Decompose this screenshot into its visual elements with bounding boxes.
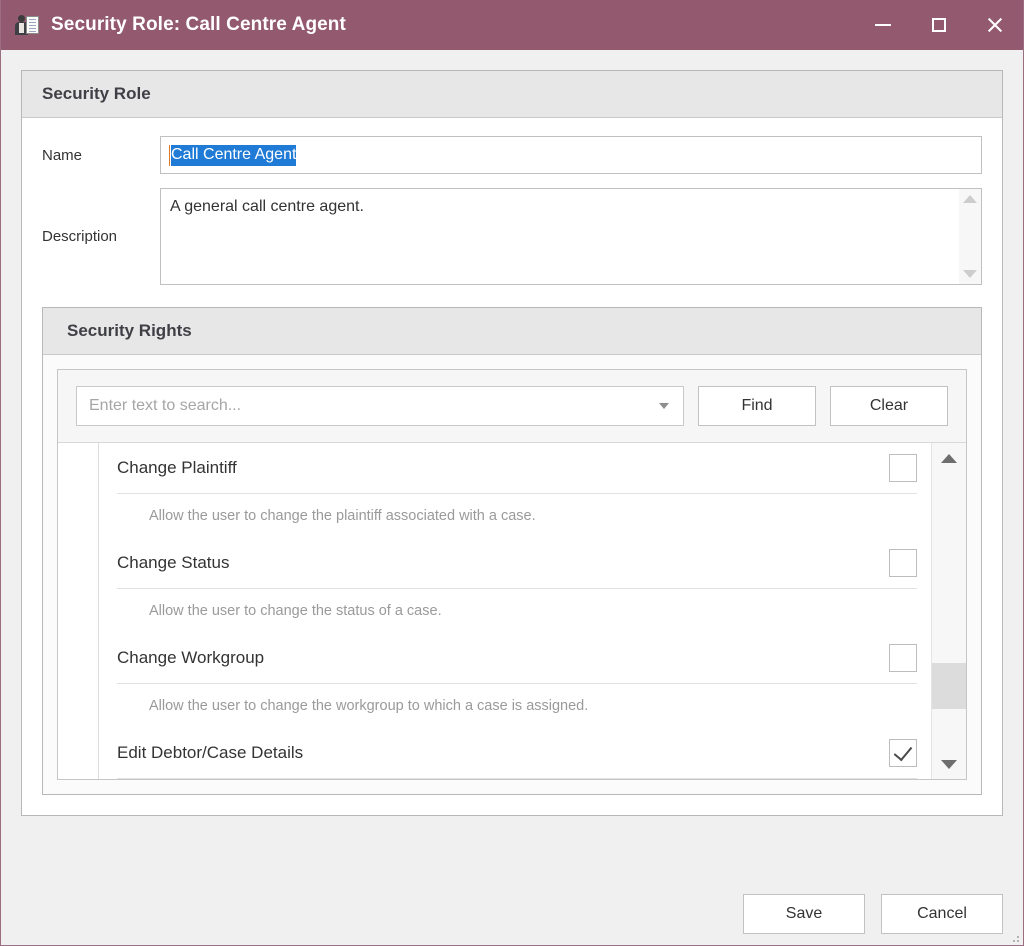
minimize-icon xyxy=(875,24,891,26)
list-scroll-down-button[interactable] xyxy=(941,749,957,779)
security-role-group: Security Role Name Call Centre Agent Des… xyxy=(21,70,1003,816)
list-item[interactable]: Change Plaintiff Allow the user to chang… xyxy=(99,443,931,538)
list-item-title: Change Plaintiff xyxy=(117,458,237,477)
list-item-header: Edit Debtor/Case Details xyxy=(99,728,931,778)
security-role-group-body: Name Call Centre Agent Description A gen… xyxy=(22,118,1002,815)
description-row: Description A general call centre agent. xyxy=(22,188,1002,285)
search-bar: Enter text to search... Find Clear xyxy=(58,370,966,443)
title-bar[interactable]: Security Role: Call Centre Agent xyxy=(1,0,1023,50)
list-item-description: Allow the user to change the plaintiff a… xyxy=(149,508,536,524)
description-input[interactable]: A general call centre agent. xyxy=(160,188,982,285)
list-gutter xyxy=(58,443,99,779)
list-scroll-up-button[interactable] xyxy=(941,443,957,473)
clear-button[interactable]: Clear xyxy=(830,386,948,426)
maximize-button[interactable] xyxy=(911,0,967,50)
maximize-icon xyxy=(932,18,946,32)
list-item[interactable]: Change Workgroup Allow the user to chang… xyxy=(99,633,931,728)
close-icon xyxy=(986,16,1004,34)
chevron-down-icon[interactable] xyxy=(659,403,669,409)
security-rights-panel: Enter text to search... Find Clear Chang… xyxy=(57,369,967,780)
list-item[interactable]: Edit Debtor/Case Details xyxy=(99,728,931,779)
name-label: Name xyxy=(42,146,83,164)
list-item-header: Change Plaintiff xyxy=(99,443,931,493)
list-item-checkbox[interactable] xyxy=(889,454,917,482)
list-item-header: Change Workgroup xyxy=(99,633,931,683)
name-input[interactable]: Call Centre Agent xyxy=(160,136,982,174)
scroll-up-icon xyxy=(941,453,957,463)
list-item-divider xyxy=(117,778,917,779)
list-item-header: Change Status xyxy=(99,538,931,588)
list-item-checkbox[interactable] xyxy=(889,739,917,767)
list-item-title: Edit Debtor/Case Details xyxy=(117,743,304,762)
window-title: Security Role: Call Centre Agent xyxy=(51,14,346,35)
description-scrollbar[interactable] xyxy=(959,189,981,284)
search-input[interactable]: Enter text to search... xyxy=(76,386,684,426)
client-area: Security Role Name Call Centre Agent Des… xyxy=(1,50,1023,883)
list-scrollbar[interactable] xyxy=(931,443,966,779)
scroll-up-icon[interactable] xyxy=(963,195,977,203)
cancel-button[interactable]: Cancel xyxy=(881,894,1003,934)
list-item[interactable]: Change Status Allow the user to change t… xyxy=(99,538,931,633)
dialog-footer: Save Cancel xyxy=(1,883,1023,945)
security-rights-group-body: Enter text to search... Find Clear Chang… xyxy=(43,355,981,794)
name-row: Name Call Centre Agent xyxy=(22,136,1002,174)
find-button[interactable]: Find xyxy=(698,386,816,426)
resize-grip[interactable] xyxy=(1009,932,1019,942)
text-caret xyxy=(169,144,170,166)
security-role-icon xyxy=(15,13,39,37)
scroll-down-icon xyxy=(941,759,957,769)
security-role-window: Security Role: Call Centre Agent Securit… xyxy=(0,0,1024,946)
list-scroll-track[interactable] xyxy=(932,473,966,749)
close-button[interactable] xyxy=(967,0,1023,50)
minimize-button[interactable] xyxy=(855,0,911,50)
scroll-down-icon[interactable] xyxy=(963,270,977,278)
list-item-title: Change Workgroup xyxy=(117,648,265,667)
list-item-checkbox[interactable] xyxy=(889,549,917,577)
description-label: Description xyxy=(42,228,118,245)
list-item-description: Allow the user to change the workgroup t… xyxy=(149,698,589,714)
save-button[interactable]: Save xyxy=(743,894,865,934)
list-scroll-thumb[interactable] xyxy=(932,663,966,709)
list-item-checkbox[interactable] xyxy=(889,644,917,672)
description-input-value: A general call centre agent. xyxy=(170,198,364,215)
window-controls xyxy=(855,0,1023,50)
security-rights-group-header: Security Rights xyxy=(43,308,981,355)
list-items: Change Plaintiff Allow the user to chang… xyxy=(99,443,931,779)
security-role-group-header: Security Role xyxy=(22,71,1002,118)
list-item-description: Allow the user to change the status of a… xyxy=(149,603,442,619)
list-item-title: Change Status xyxy=(117,553,230,572)
search-input-placeholder: Enter text to search... xyxy=(89,397,242,414)
security-rights-list: Change Plaintiff Allow the user to chang… xyxy=(58,443,966,779)
security-rights-group: Security Rights Enter text to search... … xyxy=(42,307,982,795)
name-input-value: Call Centre Agent xyxy=(171,144,297,166)
